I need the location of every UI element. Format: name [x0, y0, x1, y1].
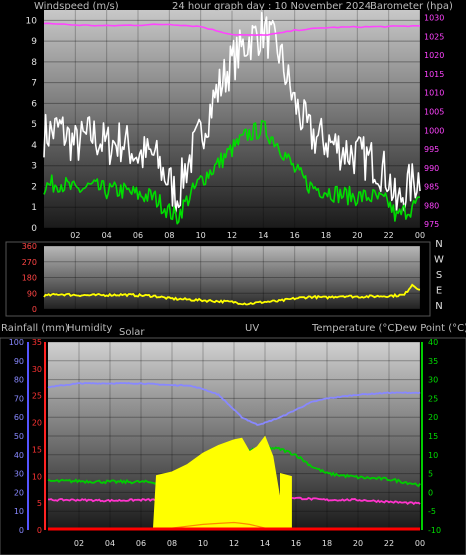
- temperature-tick-label: 5: [428, 470, 433, 479]
- panel2-direction-label: E: [436, 286, 442, 297]
- panel2-tick-label: 180: [22, 274, 37, 283]
- panel1-x-tick-label: 22: [384, 231, 394, 240]
- humidity-tick-label: 90: [14, 357, 24, 366]
- panel1-x-tick-label: 02: [70, 231, 80, 240]
- panel1-left-tick-label: 3: [31, 162, 37, 172]
- panel1-left-tick-label: 4: [31, 141, 37, 151]
- panel1-left-tick-label: 8: [31, 58, 37, 68]
- panel3-x-tick-label: 12: [229, 539, 239, 548]
- humidity-tick-label: 10: [14, 507, 24, 516]
- panel1-right-tick-label: 1030: [424, 14, 444, 23]
- dew-point-label: Dew Point (°C): [395, 323, 466, 334]
- panel1-left-tick-label: 7: [31, 79, 37, 89]
- panel2-tick-label: 270: [22, 258, 37, 267]
- panel1-x-tick-label: 12: [227, 231, 237, 240]
- panel3-x-tick-label: 20: [353, 539, 363, 548]
- temperature-tick-label: 0: [428, 488, 433, 497]
- temperature-tick-label: 30: [428, 376, 438, 385]
- panel1-x-tick-label: 04: [102, 231, 112, 240]
- rainfall-tick-label: 30: [32, 365, 42, 374]
- temperature-tick-label: 10: [428, 451, 438, 460]
- panel1-right-tick-label: 1025: [424, 32, 444, 41]
- temperature-tick-label: -5: [428, 507, 436, 516]
- panel1-left-tick-label: 9: [31, 37, 37, 47]
- panel1-x-tick-label: 06: [133, 231, 143, 240]
- panel1-x-tick-label: 20: [352, 231, 362, 240]
- panel1-right-tick-label: 995: [424, 145, 439, 154]
- humidity-label: Humidity: [67, 323, 112, 334]
- panel2-direction-label: W: [434, 255, 444, 266]
- temperature-tick-label: 35: [428, 357, 438, 366]
- panel2-tick-label: 90: [27, 289, 37, 298]
- humidity-tick-label: 50: [14, 432, 24, 441]
- panel3-x-tick-label: 02: [74, 539, 84, 548]
- panel3-x-tick-label: 18: [322, 539, 332, 548]
- solar-label: Solar: [119, 327, 145, 338]
- panel1-right-tick-label: 1010: [424, 89, 444, 98]
- panel2-tick-label: 0: [32, 305, 37, 314]
- panel1-right-tick-label: 1020: [424, 51, 444, 60]
- temperature-tick-label: 20: [428, 413, 438, 422]
- rainfall-tick-label: 20: [32, 419, 42, 428]
- humidity-tick-label: 30: [14, 470, 24, 479]
- temperature-tick-label: 25: [428, 394, 438, 403]
- temperature-tick-label: 40: [428, 338, 438, 347]
- temperature-tick-label: -10: [428, 526, 441, 535]
- panel3-x-tick-label: 10: [198, 539, 208, 548]
- rainfall-tick-label: 10: [32, 472, 42, 481]
- panel1-left-tick-label: 10: [26, 16, 38, 26]
- panel3-x-tick-label: 16: [291, 539, 301, 548]
- panel1-left-tick-label: 2: [31, 182, 37, 192]
- rainfall-label: Rainfall (mm): [1, 323, 69, 334]
- panel3-x-tick-label: 14: [260, 539, 270, 548]
- humidity-tick-label: 80: [14, 376, 24, 385]
- panel2-direction-label: S: [436, 270, 442, 281]
- panel1-left-tick-label: 6: [31, 99, 37, 109]
- panel1-x-tick-label: 00: [415, 231, 425, 240]
- humidity-tick-label: 70: [14, 394, 24, 403]
- panel1-x-tick-label: 16: [290, 231, 300, 240]
- temperature-tick-label: 15: [428, 432, 438, 441]
- humidity-tick-label: 0: [19, 526, 24, 535]
- panel3-x-tick-label: 06: [136, 539, 146, 548]
- panel1-right-tick-label: 985: [424, 183, 439, 192]
- humidity-tick-label: 20: [14, 488, 24, 497]
- panel1-x-tick-label: 10: [196, 231, 206, 240]
- panel2-direction-label: N: [435, 301, 442, 312]
- panel2-tick-label: 360: [22, 242, 37, 251]
- rainfall-tick-label: 5: [37, 499, 42, 508]
- rainfall-tick-label: 0: [37, 526, 42, 535]
- panel1-right-tick-label: 1005: [424, 107, 444, 116]
- uv-label: UV: [245, 323, 259, 334]
- rainfall-tick-label: 35: [32, 338, 42, 347]
- weather-graphs: 0123456789109759809859909951000100510101…: [0, 0, 466, 555]
- panel1-right-tick-label: 1000: [424, 126, 444, 135]
- panel1-left-tick-label: 1: [31, 203, 37, 213]
- panel1-title: 24 hour graph day : 10 November 2024: [172, 1, 371, 12]
- panel1-right-tick-label: 980: [424, 201, 439, 210]
- panel1-right-tick-label: 975: [424, 220, 439, 229]
- panel1-left-tick-label: 0: [31, 224, 37, 234]
- panel1-right-tick-label: 1015: [424, 70, 444, 79]
- rainfall-tick-label: 15: [32, 445, 42, 454]
- panel1-right-axis-label: Barometer (hpa): [370, 1, 453, 12]
- humidity-tick-label: 60: [14, 413, 24, 422]
- panel1-x-tick-label: 14: [258, 231, 268, 240]
- panel2-direction-label: N: [435, 239, 442, 250]
- temperature-label: Temperature (°C): [311, 323, 398, 334]
- panel3-x-tick-label: 04: [105, 539, 115, 548]
- panel1-x-tick-label: 18: [321, 231, 331, 240]
- panel1-x-tick-label: 08: [164, 231, 174, 240]
- panel1-left-axis-label: Windspeed (m/s): [34, 1, 119, 12]
- panel3-x-tick-label: 22: [384, 539, 394, 548]
- panel1-right-tick-label: 990: [424, 164, 439, 173]
- humidity-tick-label: 40: [14, 451, 24, 460]
- panel3-x-tick-label: 00: [415, 539, 425, 548]
- panel1-left-tick-label: 5: [31, 120, 37, 130]
- panel3-x-tick-label: 08: [167, 539, 177, 548]
- humidity-tick-label: 100: [9, 338, 24, 347]
- rainfall-tick-label: 25: [32, 392, 42, 401]
